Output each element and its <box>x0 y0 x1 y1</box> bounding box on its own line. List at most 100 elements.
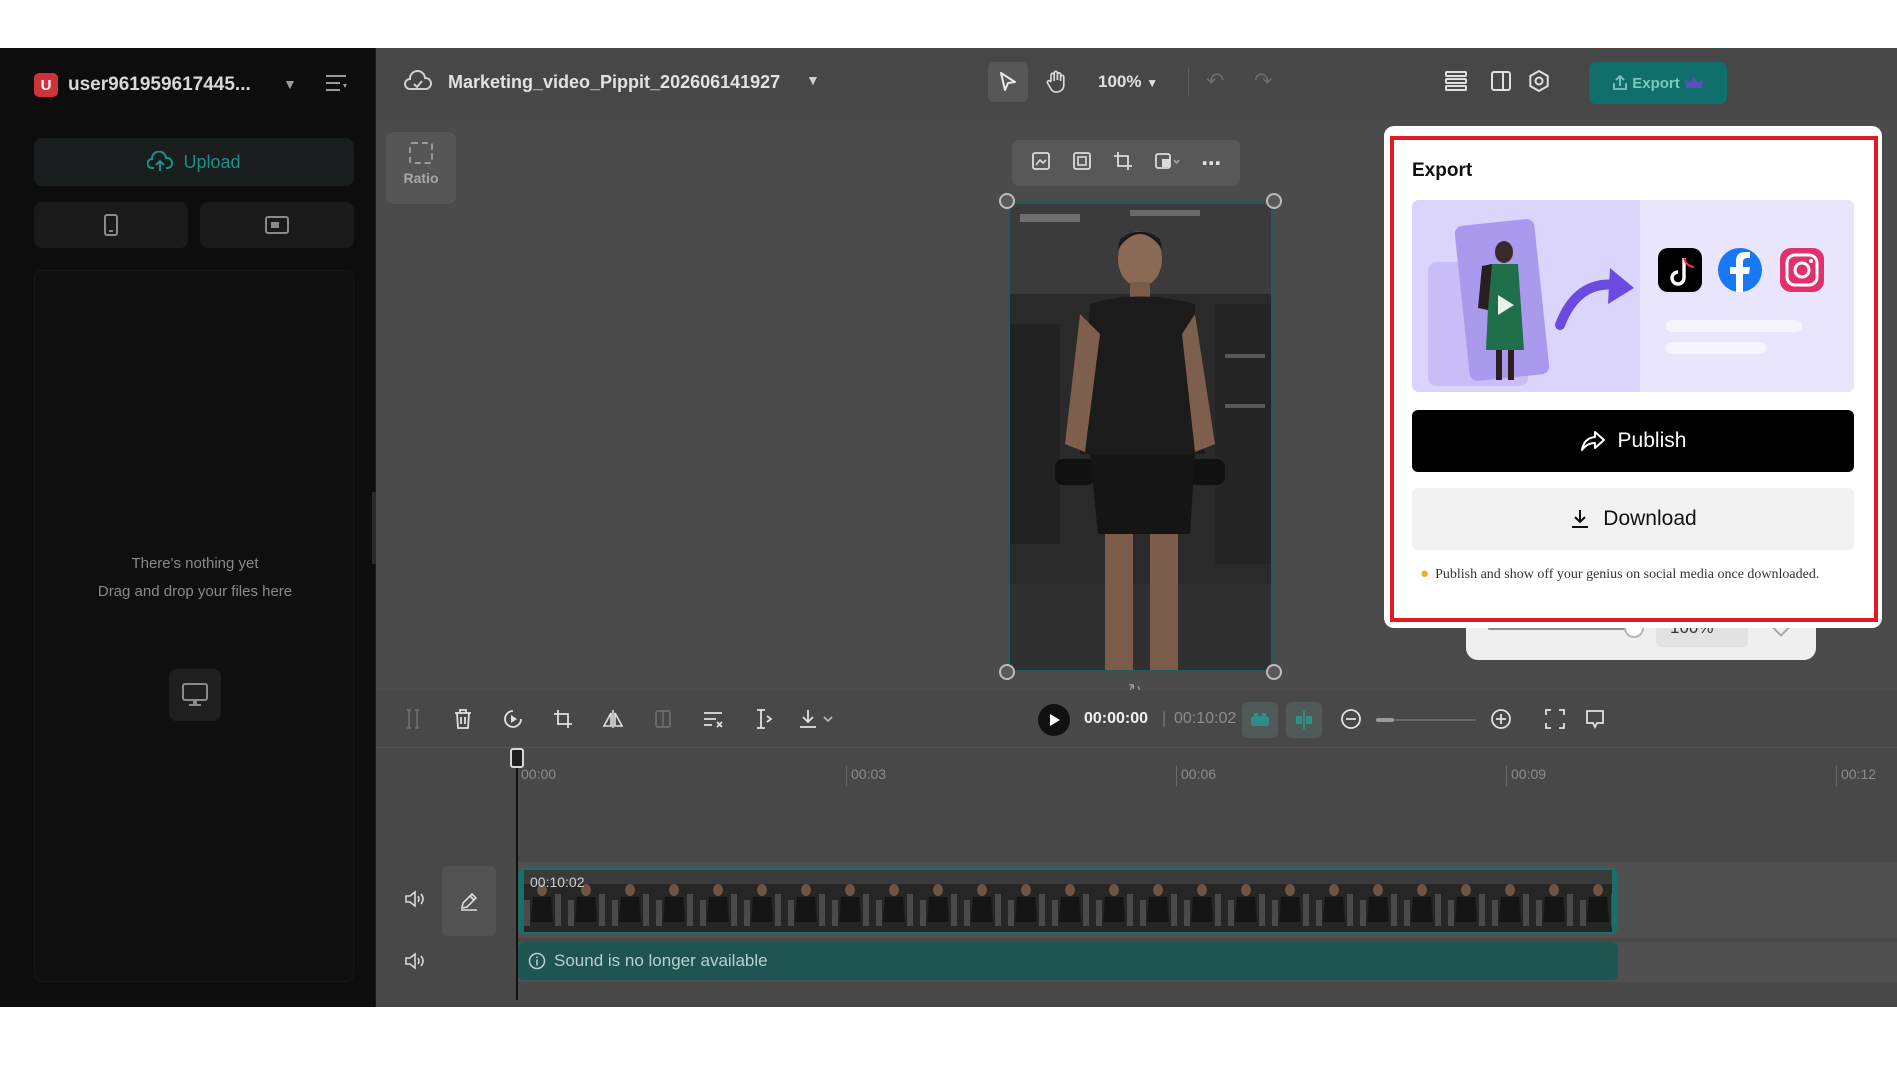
divider <box>1188 68 1189 96</box>
time-separator: | <box>1162 710 1167 727</box>
export-tip: ● Publish and show off your genius on so… <box>1420 566 1860 583</box>
pencil-icon <box>460 892 478 911</box>
upload-label: Upload <box>183 151 241 172</box>
comment-icon[interactable] <box>1580 704 1610 734</box>
crop-icon[interactable] <box>1113 151 1133 176</box>
publish-label: Publish <box>1617 429 1687 452</box>
export-panel: Export Publish Download ● Publish and sh… <box>1384 126 1882 628</box>
edit-cover-button[interactable] <box>442 866 496 936</box>
undo-icon[interactable]: ↶ <box>1206 68 1224 94</box>
left-sidebar: U user961959617445... ▼ Upload There's n… <box>0 48 376 1007</box>
center-align-toggle[interactable] <box>1286 702 1322 738</box>
tip-text: Publish and show off your genius on soci… <box>1435 566 1820 582</box>
pointer-icon <box>1000 72 1016 91</box>
ratio-button[interactable]: Ratio <box>386 132 456 204</box>
hand-icon <box>1046 70 1065 93</box>
ruler-tick: 00:00 <box>516 766 556 786</box>
avatar: U <box>34 73 58 97</box>
magnet-snap-toggle[interactable] <box>1242 702 1278 738</box>
align-center-icon <box>1296 711 1312 729</box>
zoom-out-icon[interactable] <box>1336 704 1366 734</box>
playhead-handle[interactable] <box>510 748 524 768</box>
menu-list-icon[interactable] <box>326 74 348 92</box>
share-icon <box>1613 75 1628 90</box>
background-remove-icon[interactable] <box>1154 151 1180 176</box>
export-panel-title: Export <box>1412 160 1473 181</box>
hand-tool-button[interactable] <box>1036 62 1076 102</box>
ratio-icon <box>409 142 433 164</box>
split-icon[interactable] <box>398 704 428 734</box>
split-layout-icon[interactable] <box>1486 66 1516 96</box>
ruler-tick: 00:06 <box>1176 766 1216 786</box>
download-button[interactable]: Download <box>1412 488 1854 550</box>
ratio-label: Ratio <box>403 170 439 186</box>
more-options-icon[interactable]: ⋯ <box>1201 151 1221 176</box>
upload-button[interactable]: Upload <box>34 138 354 186</box>
mobile-view-button[interactable] <box>34 202 188 248</box>
download-frame-dropdown[interactable] <box>796 704 842 734</box>
empty-subtitle: Drag and drop your files here <box>97 583 293 600</box>
current-time: 00:00:00 <box>1084 710 1149 727</box>
clear-effects-icon[interactable] <box>698 704 728 734</box>
tablet-landscape-icon <box>265 216 289 234</box>
crop-icon[interactable] <box>548 704 578 734</box>
resize-handle-top-right[interactable] <box>1266 193 1282 209</box>
layers-icon[interactable] <box>1441 66 1471 96</box>
lightbulb-icon: ● <box>1420 566 1430 582</box>
export-button[interactable]: Export <box>1589 62 1727 104</box>
time-ruler[interactable]: 00:00 00:03 00:06 00:09 00:12 <box>376 748 1897 788</box>
media-dropzone[interactable]: There's nothing yet Drag and drop your f… <box>34 270 354 982</box>
playhead-line <box>516 766 518 1000</box>
replace-image-icon[interactable] <box>1031 151 1051 176</box>
social-share-banner <box>1412 200 1854 392</box>
cloud-saved-icon <box>404 70 432 90</box>
account-switcher[interactable]: U user961959617445... <box>34 70 251 100</box>
chevron-down-icon[interactable]: ▼ <box>806 72 820 88</box>
freeze-frame-icon[interactable] <box>648 704 678 734</box>
sound-message: Sound is no longer available <box>554 951 768 970</box>
publish-button[interactable]: Publish <box>1412 410 1854 472</box>
audio-clip-unavailable[interactable]: Sound is no longer available <box>518 942 1618 980</box>
select-tool-button[interactable] <box>988 62 1028 102</box>
username: user961959617445... <box>68 74 251 95</box>
redo-icon[interactable]: ↷ <box>1254 68 1272 94</box>
gym-scene-image <box>1010 204 1271 670</box>
trim-icon[interactable] <box>748 704 778 734</box>
clip-duration: 00:10:02 <box>530 874 585 890</box>
fit-timeline-icon[interactable] <box>1540 704 1570 734</box>
fit-frame-icon[interactable] <box>1072 151 1092 176</box>
video-preview[interactable] <box>1008 202 1273 672</box>
ruler-tick: 00:09 <box>1506 766 1546 786</box>
empty-title: There's nothing yet <box>131 555 259 572</box>
timeline: 00:00:00 | 00:10:02 00:00 00:03 00:06 00… <box>376 690 1897 1007</box>
play-button[interactable] <box>1038 704 1070 736</box>
resize-handle-bottom-right[interactable] <box>1266 664 1282 680</box>
resize-handle-top-left[interactable] <box>999 193 1015 209</box>
delete-icon[interactable] <box>448 704 478 734</box>
timeline-toolbar: 00:00:00 | 00:10:02 <box>376 690 1897 748</box>
track-volume-icon[interactable] <box>402 886 428 912</box>
desktop-view-button[interactable] <box>200 202 354 248</box>
speed-icon[interactable] <box>498 704 528 734</box>
crown-icon <box>1684 77 1703 88</box>
zoom-dropdown[interactable]: 100% ▼ <box>1098 72 1158 92</box>
flip-icon[interactable] <box>598 704 628 734</box>
zoom-value: 100% <box>1098 72 1142 91</box>
ruler-tick: 00:12 <box>1836 766 1876 786</box>
resize-handle-bottom-left[interactable] <box>999 664 1015 680</box>
object-toolbar: ⋯ <box>1012 140 1240 186</box>
download-icon <box>1572 510 1589 528</box>
ruler-tick: 00:03 <box>846 766 886 786</box>
magnet-icon <box>1251 713 1269 726</box>
settings-gear-icon[interactable] <box>1524 66 1554 96</box>
chevron-down-icon[interactable]: ▼ <box>283 76 297 92</box>
audio-volume-icon[interactable] <box>402 948 428 974</box>
project-title[interactable]: Marketing_video_Pippit_202606141927 <box>448 72 780 93</box>
monitor-icon[interactable] <box>169 669 221 721</box>
phone-icon <box>104 214 118 236</box>
video-clip[interactable]: 00:10:02 <box>518 868 1618 934</box>
zoom-in-icon[interactable] <box>1486 704 1516 734</box>
chevron-down-icon: ▼ <box>1146 76 1159 90</box>
timeline-zoom-knob[interactable] <box>1376 718 1394 722</box>
export-label: Export <box>1632 74 1680 92</box>
